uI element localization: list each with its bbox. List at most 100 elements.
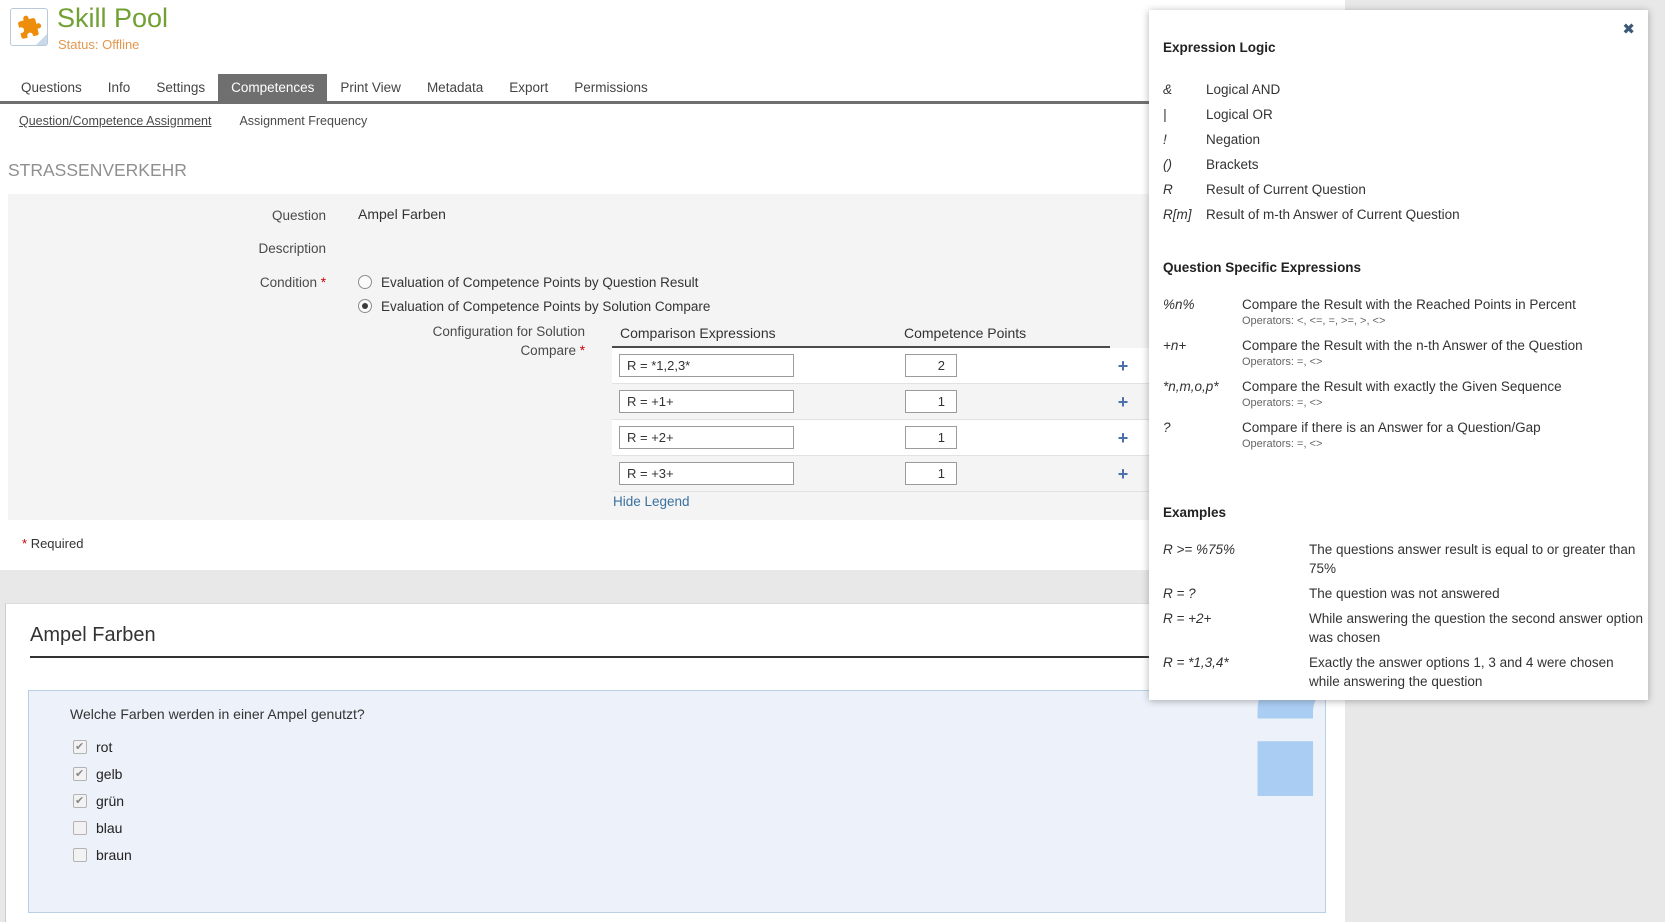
legend-desc: Logical AND: [1206, 82, 1280, 107]
competence-assignment-form: Question Ampel Farben Description Condit…: [8, 194, 1339, 520]
legend-examples-list: R >= %75% The questions answer result is…: [1163, 540, 1643, 697]
condition-option-label: Evaluation of Competence Points by Solut…: [381, 299, 710, 314]
legend-entry: +n+ Compare the Result with the n-th Ans…: [1163, 338, 1638, 368]
subtab[interactable]: Question/Competence Assignment: [19, 114, 211, 128]
legend-term: %n%: [1163, 297, 1242, 327]
subtab[interactable]: Assignment Frequency: [239, 114, 367, 128]
answer-label: gelb: [96, 766, 122, 782]
required-note: * Required: [22, 536, 83, 551]
tab[interactable]: Export: [496, 74, 561, 101]
legend-term: &: [1163, 82, 1206, 107]
add-row-button[interactable]: +: [1110, 390, 1136, 414]
tab-bar: Questions Info Settings Competences Prin…: [0, 74, 1345, 104]
add-row-button[interactable]: +: [1110, 354, 1136, 378]
question-label: Question: [8, 208, 326, 223]
skill-pool-object-icon: [10, 8, 48, 46]
tab[interactable]: Questions: [8, 74, 95, 101]
legend-term: |: [1163, 107, 1206, 132]
tab[interactable]: Competences: [218, 74, 327, 101]
expression-legend-panel: ✖ Expression Logic & Logical AND | Logic…: [1149, 10, 1648, 700]
legend-term: *n,m,o,p*: [1163, 379, 1242, 409]
question-text: Welche Farben werden in einer Ampel genu…: [70, 706, 365, 722]
checkbox[interactable]: [73, 821, 87, 835]
legend-desc-block: Compare the Result with exactly the Give…: [1242, 379, 1562, 409]
condition-option[interactable]: Evaluation of Competence Points by Solut…: [358, 297, 710, 315]
answer-option: blau: [73, 814, 132, 841]
expression-input[interactable]: [619, 462, 794, 485]
table-row: +: [612, 348, 1156, 384]
table-row: +: [612, 420, 1156, 456]
legend-section-title-specific: Question Specific Expressions: [1163, 260, 1361, 275]
tab[interactable]: Metadata: [414, 74, 496, 101]
legend-entry: | Logical OR: [1163, 107, 1633, 132]
checkbox[interactable]: [73, 740, 87, 754]
legend-desc-block: Compare the Result with the n-th Answer …: [1242, 338, 1583, 368]
legend-desc: Result of Current Question: [1206, 182, 1366, 207]
legend-desc: Negation: [1206, 132, 1260, 157]
legend-entry: R = ? The question was not answered: [1163, 584, 1643, 603]
expression-input[interactable]: [619, 354, 794, 377]
radio-icon[interactable]: [358, 275, 372, 289]
required-asterisk: *: [22, 536, 27, 551]
column-header-points: Competence Points: [904, 325, 1026, 341]
tab[interactable]: Info: [95, 74, 144, 101]
close-icon[interactable]: ✖: [1622, 20, 1635, 38]
checkbox[interactable]: [73, 848, 87, 862]
legend-entry: R[m] Result of m-th Answer of Current Qu…: [1163, 207, 1633, 232]
tab[interactable]: Settings: [143, 74, 218, 101]
condition-option[interactable]: Evaluation of Competence Points by Quest…: [358, 273, 710, 291]
checkbox[interactable]: [73, 794, 87, 808]
legend-term: R = ?: [1163, 584, 1309, 603]
legend-specific-list: %n% Compare the Result with the Reached …: [1163, 297, 1638, 461]
comparison-table-rows: + + +: [612, 348, 1156, 492]
answer-label: rot: [96, 739, 112, 755]
radio-icon[interactable]: [358, 299, 372, 313]
table-row: +: [612, 456, 1156, 492]
page-title: Skill Pool: [57, 3, 168, 34]
legend-term: ?: [1163, 420, 1242, 450]
answer-options-list: rot gelb grün blau: [73, 733, 132, 868]
legend-entry: & Logical AND: [1163, 82, 1633, 107]
legend-desc: Compare the Result with exactly the Give…: [1242, 379, 1562, 394]
legend-operators: Operators: =, <>: [1242, 438, 1541, 450]
tab[interactable]: Permissions: [561, 74, 661, 101]
legend-entry: R = +2+ While answering the question the…: [1163, 609, 1643, 647]
points-input[interactable]: [905, 462, 957, 485]
answer-option: braun: [73, 841, 132, 868]
expression-input[interactable]: [619, 426, 794, 449]
legend-entry: () Brackets: [1163, 157, 1633, 182]
question-preview-panel: Welche Farben werden in einer Ampel genu…: [28, 690, 1326, 913]
points-input[interactable]: [905, 426, 957, 449]
legend-entry: R Result of Current Question: [1163, 182, 1633, 207]
legend-entry: R = *1,3,4* Exactly the answer options 1…: [1163, 653, 1643, 691]
tab[interactable]: Print View: [327, 74, 414, 101]
legend-desc: Compare the Result with the n-th Answer …: [1242, 338, 1583, 353]
legend-entry: *n,m,o,p* Compare the Result with exactl…: [1163, 379, 1638, 409]
description-label: Description: [8, 241, 326, 256]
main-content-area: Skill Pool Status: Offline Questions Inf…: [0, 0, 1345, 570]
legend-term: R = *1,3,4*: [1163, 653, 1309, 691]
legend-desc: Compare if there is an Answer for a Ques…: [1242, 420, 1541, 435]
hide-legend-link[interactable]: Hide Legend: [613, 494, 690, 509]
comparison-table-header: Comparison Expressions Competence Points: [612, 320, 1110, 348]
legend-term: +n+: [1163, 338, 1242, 368]
add-row-button[interactable]: +: [1110, 462, 1136, 486]
add-row-button[interactable]: +: [1110, 426, 1136, 450]
legend-desc: Result of m-th Answer of Current Questio…: [1206, 207, 1460, 232]
points-input[interactable]: [905, 354, 957, 377]
legend-entry: ! Negation: [1163, 132, 1633, 157]
expression-input[interactable]: [619, 390, 794, 413]
comparison-table: Comparison Expressions Competence Points…: [612, 320, 1156, 492]
question-preview-section: Ampel Farben Welche Farben werden in ein…: [5, 603, 1345, 922]
legend-logic-list: & Logical AND | Logical OR ! Negation ()…: [1163, 82, 1633, 232]
subtab-bar: Question/Competence Assignment Assignmen…: [19, 114, 367, 128]
preview-question-title: Ampel Farben: [30, 624, 1326, 658]
legend-term: (): [1163, 157, 1206, 182]
answer-label: braun: [96, 847, 132, 863]
points-input[interactable]: [905, 390, 957, 413]
table-row: +: [612, 384, 1156, 420]
legend-desc: Logical OR: [1206, 107, 1273, 132]
checkbox[interactable]: [73, 767, 87, 781]
legend-desc: Brackets: [1206, 157, 1259, 182]
question-value: Ampel Farben: [358, 206, 446, 222]
